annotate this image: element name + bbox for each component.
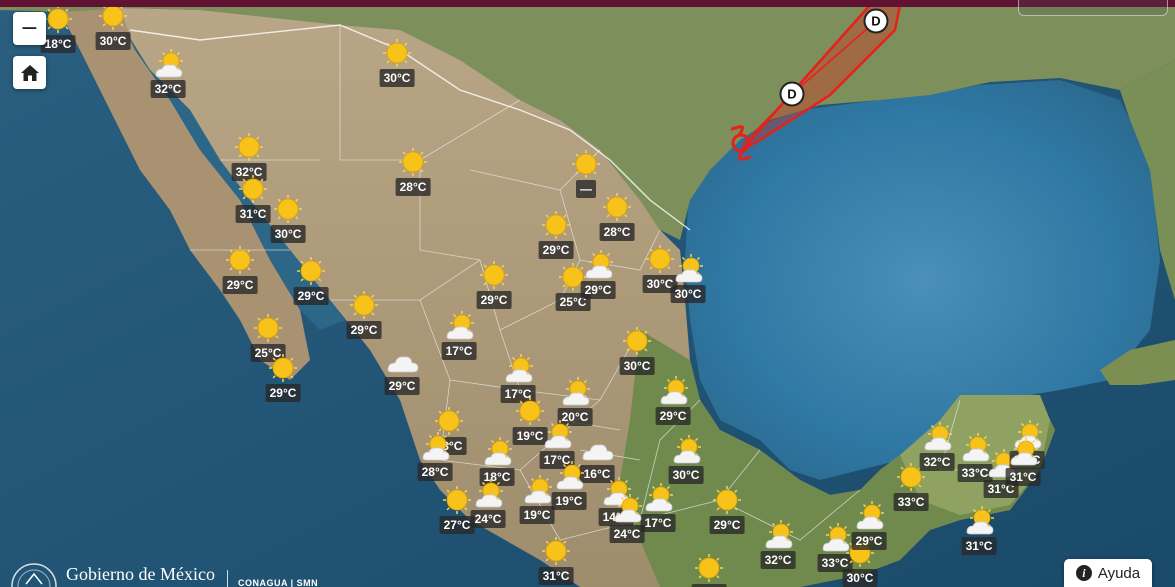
temperature-label: 29°C [476,291,512,309]
partly-cloudy-icon [645,483,673,512]
temperature-label: 31°C [538,567,574,585]
help-button[interactable]: i Ayuda [1064,559,1152,587]
storm-forecast-point[interactable]: D [863,8,889,34]
home-icon [20,64,39,81]
temperature-label: 17°C [640,514,676,532]
temperature-label: 32°C [760,551,796,569]
partly-cloudy-icon [924,422,952,451]
sun-icon [542,211,570,239]
temperature-label: 29°C [293,287,329,305]
temperature-label: 28°C [599,223,635,241]
temperature-label: 29°C [538,241,574,259]
temperature-label: 29°C [384,377,420,395]
sun-icon [480,261,508,289]
temperature-label: 32°C [150,80,186,98]
sun-icon [235,133,263,161]
partly-cloudy-icon [155,49,183,78]
sun-icon [274,195,302,223]
temperature-label: 30°C [668,466,704,484]
temperature-label: 19°C [519,506,555,524]
sun-icon [383,39,411,67]
sun-icon [269,354,297,382]
partly-cloudy-icon [1010,437,1038,466]
coat-of-arms-icon [11,563,57,587]
partly-cloudy-icon [660,376,688,405]
sun-icon [226,246,254,274]
cloud-icon [387,356,419,373]
header-bar [0,0,1175,7]
temperature-label: 31°C [961,537,997,555]
temperature-label: 30°C [670,285,706,303]
temperature-label: 19°C [551,492,587,510]
temperature-label: 29°C [655,407,691,425]
temperature-label: 29°C [222,276,258,294]
sun-icon [572,150,600,178]
temperature-label: 24°C [609,525,645,543]
weather-map[interactable]: D D 18°C 30°C 32°C 30°C 32°C 28°C —31°C 30°C 28°… [0,0,1175,587]
help-label: Ayuda [1097,564,1141,582]
temperature-label: 28°C [417,463,453,481]
partly-cloudy-icon [556,461,584,490]
partly-cloudy-icon [562,377,590,406]
partly-cloudy-icon [765,520,793,549]
temperature-label: 29°C [580,281,616,299]
temperature-label: 29°C [346,321,382,339]
sun-icon [603,193,631,221]
temperature-label: 29°C [851,532,887,550]
partly-cloudy-icon [422,432,450,461]
temperature-label: 30°C [95,32,131,50]
gov-name: Gobierno de México [66,564,215,584]
partly-cloudy-icon [524,475,552,504]
partly-cloudy-icon [585,250,613,279]
cloud-icon [582,444,614,461]
temperature-label: 31°C [235,205,271,223]
temperature-label: 30°C [379,69,415,87]
temperature-label: 17°C [441,342,477,360]
partly-cloudy-icon [675,254,703,283]
temperature-label: 29°C [265,384,301,402]
temperature-label: 32°C [919,453,955,471]
sun-icon [399,148,427,176]
layer-panel-handle[interactable] [1018,0,1168,16]
partly-cloudy-icon [673,435,701,464]
temperature-label: 31°C [1005,468,1041,486]
sun-icon [254,314,282,342]
partly-cloudy-icon [505,354,533,383]
gobierno-logo: Gobierno de México CONAGUA | SMN [10,556,350,587]
sun-icon [695,554,723,582]
temperature-label: 27°C [439,516,475,534]
sun-icon [239,175,267,203]
temperature-label: 30°C [270,225,306,243]
temperature-label: 30°C [619,357,655,375]
home-button[interactable] [13,56,46,89]
temperature-label: 33°C [893,493,929,511]
partly-cloudy-icon [966,506,994,535]
partly-cloudy-icon [856,501,884,530]
minus-icon: − [20,15,39,41]
zoom-out-button[interactable]: − [13,12,46,45]
storm-forecast-point[interactable]: D [779,81,805,107]
partly-cloudy-icon [614,494,642,523]
sun-icon [542,537,570,565]
partly-cloudy-icon [475,479,503,508]
sun-icon [713,486,741,514]
temperature-label: 24°C [470,510,506,528]
logo-separator [226,570,228,587]
sun-icon [623,327,651,355]
temperature-label: — [576,180,596,198]
temperature-label: 28°C [395,178,431,196]
partly-cloudy-icon [446,311,474,340]
agency-names: CONAGUA | SMN [237,578,319,587]
temperature-label: 29°C [709,516,745,534]
temperature-label: 30°C [842,569,878,587]
partly-cloudy-icon [484,437,512,466]
info-icon: i [1075,565,1092,581]
sun-icon [350,291,378,319]
sun-icon [297,257,325,285]
partly-cloudy-icon [544,420,572,449]
